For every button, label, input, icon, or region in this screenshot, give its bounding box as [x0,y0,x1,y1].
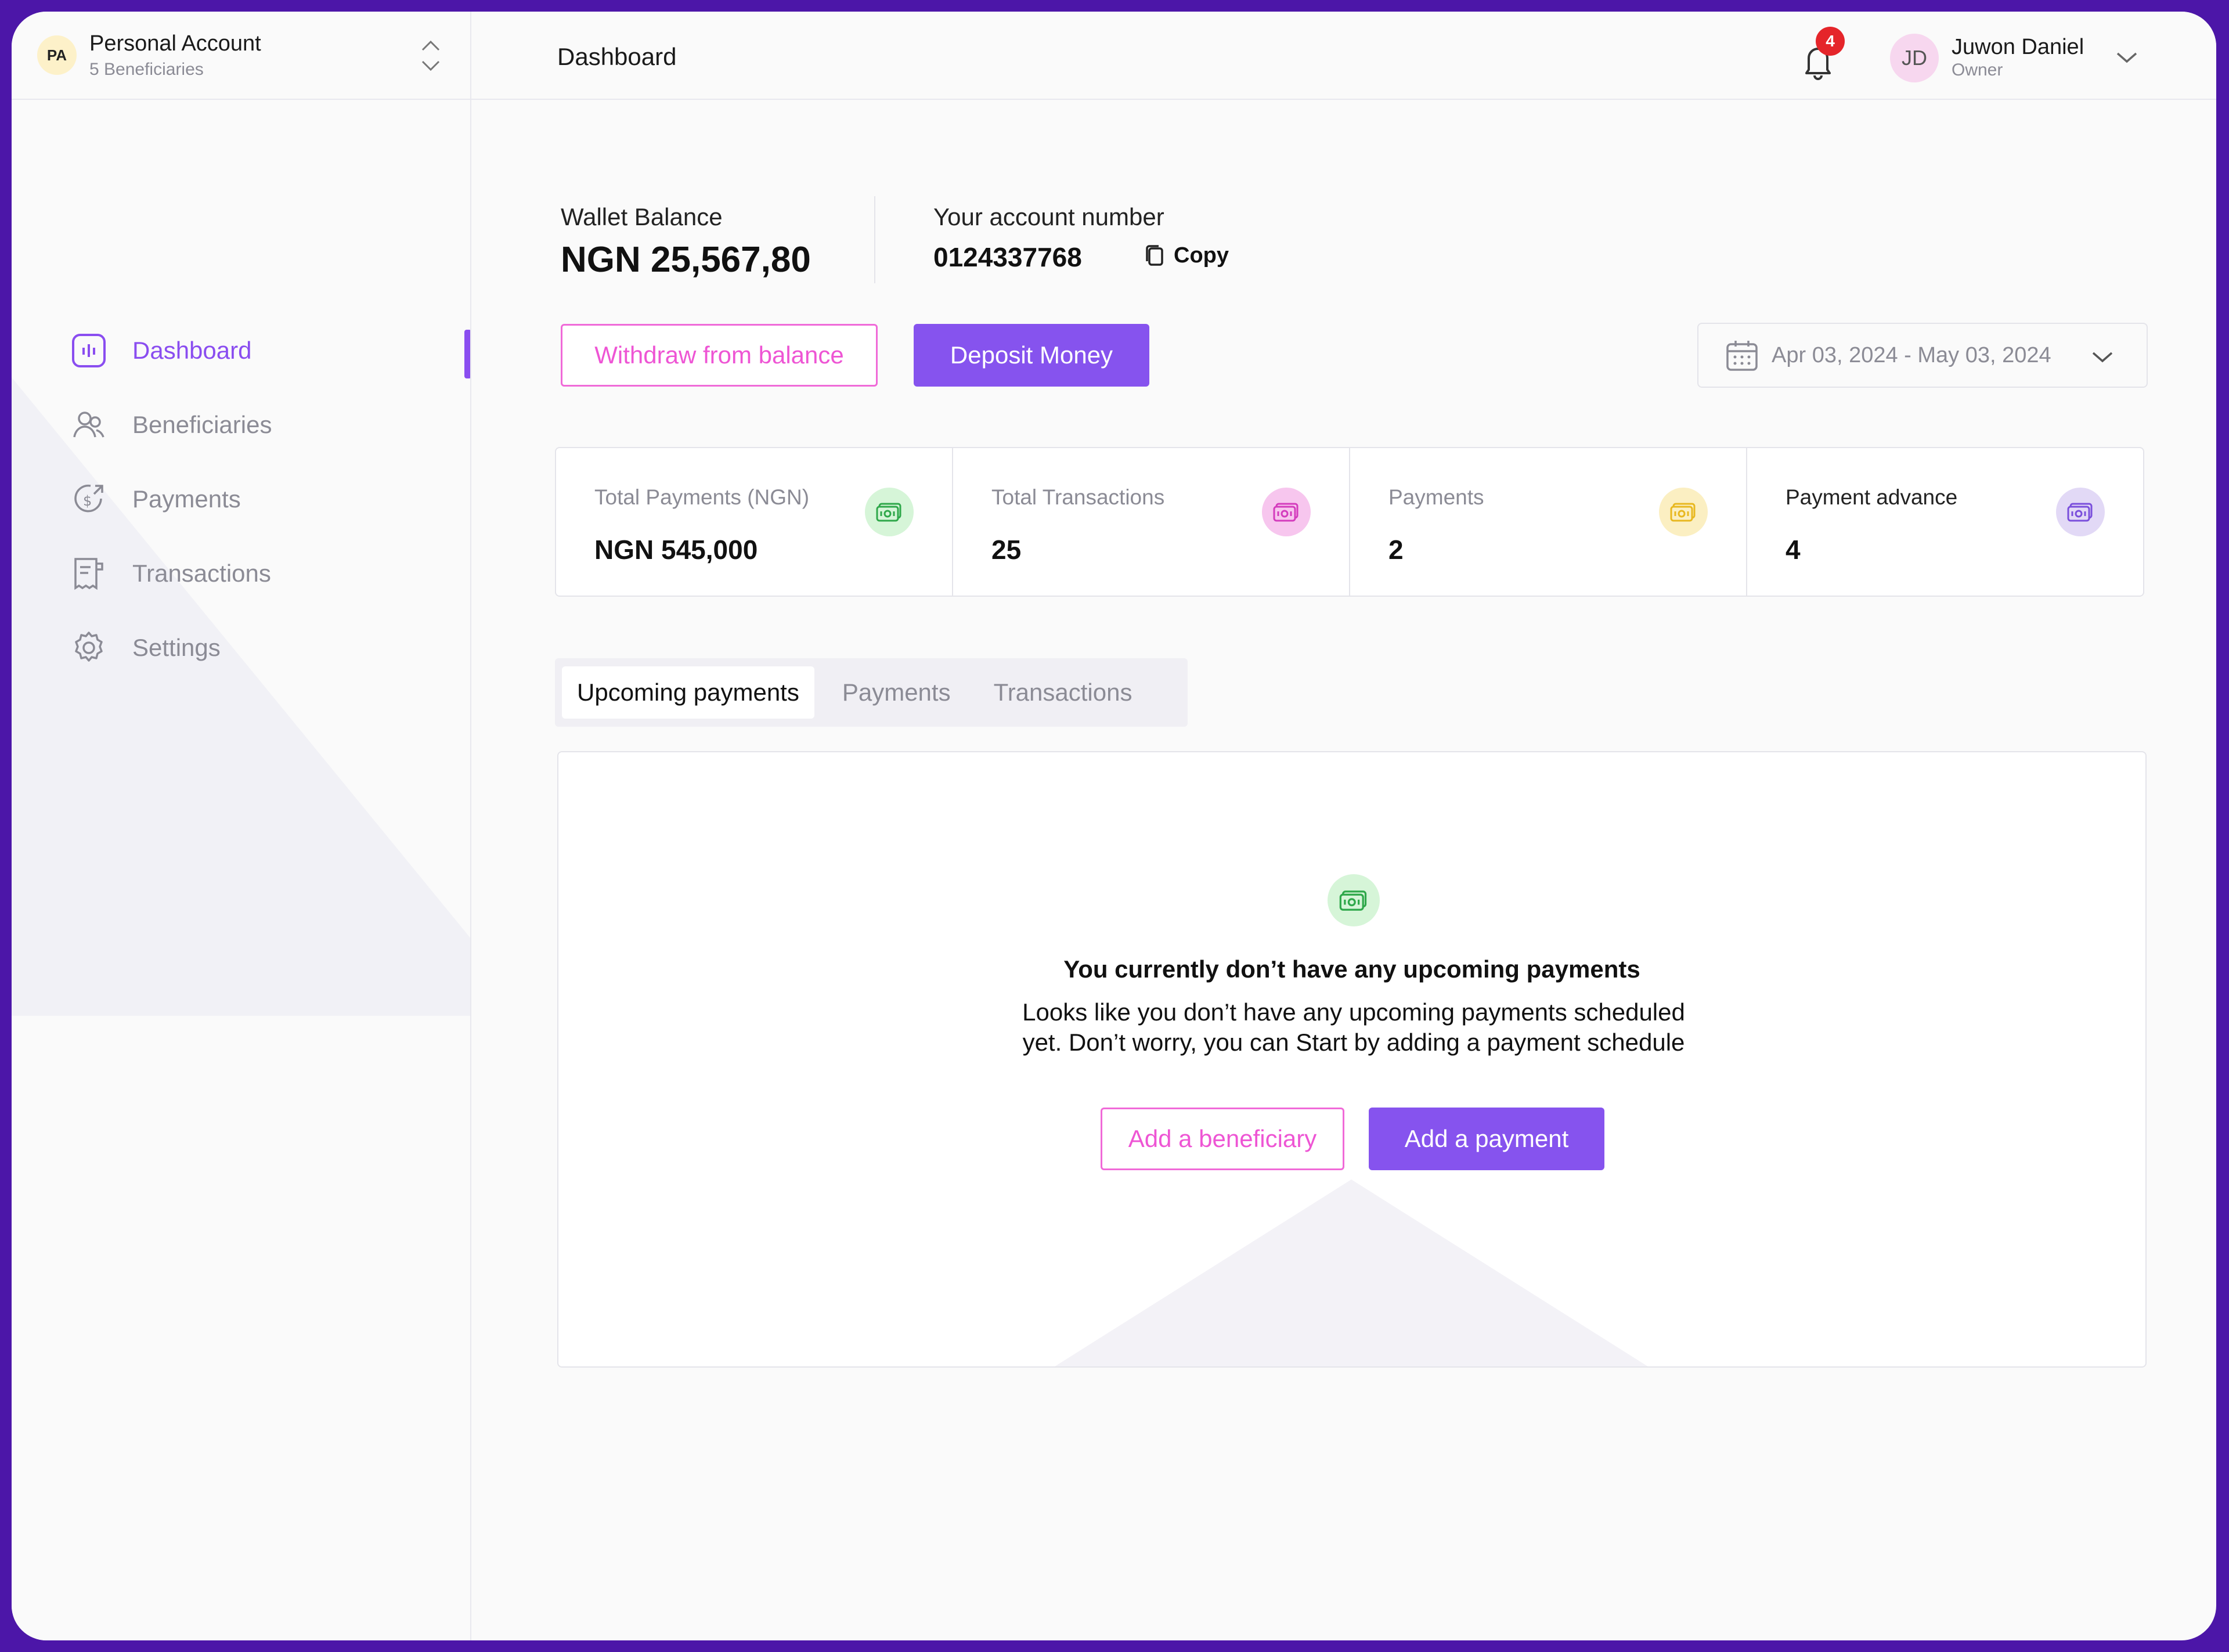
stat-value: 4 [1786,535,1801,565]
gear-icon [71,630,107,666]
stats-cards: Total Payments (NGN) NGN 545,000 Total T… [555,447,2144,597]
stat-value: NGN 545,000 [594,535,758,565]
wallet-balance-label: Wallet Balance [561,203,723,230]
add-beneficiary-button[interactable]: Add a beneficiary [1101,1108,1344,1170]
copy-icon [1146,245,1163,266]
sidebar-item-label: Transactions [132,560,271,587]
sidebar-item-label: Payments [132,485,241,513]
chevron-down-icon [2092,352,2113,363]
stat-label: Total Transactions [991,485,1165,509]
wallet-balance-value: NGN 25,567,80 [561,240,811,280]
stat-card-total-transactions: Total Transactions 25 [953,448,1350,596]
account-avatar: PA [37,35,77,75]
deposit-button[interactable]: Deposit Money [914,324,1149,387]
copy-label: Copy [1174,243,1229,268]
active-indicator [464,330,470,378]
money-icon [2056,488,2105,536]
main-content: Wallet Balance NGN 25,567,80 Your accoun… [471,100,2216,1640]
sidebar-item-label: Dashboard [132,337,252,364]
stat-label: Payment advance [1786,485,1958,509]
dollar-circle-icon: $ [71,481,107,517]
sidebar-item-transactions[interactable]: Transactions [12,536,470,611]
user-avatar[interactable]: JD [1890,34,1939,82]
stat-value: 25 [991,535,1022,565]
chevron-up-down-icon[interactable] [419,36,442,75]
upcoming-payments-panel: You currently don’t have any upcoming pa… [557,751,2147,1368]
dashboard-icon [71,333,107,369]
sidebar-item-beneficiaries[interactable]: Beneficiaries [12,388,470,462]
top-header: Dashboard 4 JD Juwon Daniel Owner [471,12,2216,100]
empty-state-line: yet. Don’t worry, you can Start by addin… [1022,1029,1685,1056]
account-number-value: 0124337768 [933,242,1082,272]
sidebar: PA Personal Account 5 Beneficiaries Dash… [12,12,471,1640]
users-icon [71,407,107,443]
tab-upcoming-payments[interactable]: Upcoming payments [562,666,814,719]
svg-text:$: $ [83,493,92,509]
date-range-picker[interactable]: Apr 03, 2024 - May 03, 2024 [1697,323,2148,388]
panel-decoration [817,1180,1885,1366]
sidebar-item-label: Settings [132,634,221,661]
account-number-label: Your account number [933,203,1164,230]
stat-card-payment-advance: Payment advance 4 [1747,448,2143,596]
receipt-icon [71,556,107,591]
add-payment-button[interactable]: Add a payment [1369,1108,1604,1170]
tab-bar: Upcoming payments Payments Transactions [555,658,1188,727]
withdraw-button[interactable]: Withdraw from balance [561,324,878,387]
app-window: PA Personal Account 5 Beneficiaries Dash… [12,12,2216,1640]
account-switcher[interactable]: PA Personal Account 5 Beneficiaries [12,12,470,100]
page-title: Dashboard [557,43,677,70]
money-icon [1262,488,1311,536]
account-beneficiaries-count: 5 Beneficiaries [89,59,204,79]
sidebar-item-settings[interactable]: Settings [12,611,470,685]
money-icon [1328,874,1380,926]
empty-state-line: Looks like you don’t have any upcoming p… [1022,998,1685,1026]
user-name: Juwon Daniel [1952,35,2084,59]
empty-state-description: Looks like you don’t have any upcoming p… [965,997,1743,1058]
copy-button[interactable]: Copy [1142,243,1229,268]
sidebar-item-label: Beneficiaries [132,411,272,438]
stat-card-payments: Payments 2 [1350,448,1747,596]
sidebar-nav: Dashboard Beneficiaries $ Payments Trans… [12,313,470,685]
stat-label: Payments [1388,485,1484,509]
stat-label: Total Payments (NGN) [594,485,810,509]
notification-badge: 4 [1816,27,1845,56]
sidebar-item-payments[interactable]: $ Payments [12,462,470,536]
calendar-icon [1726,341,1758,371]
stat-value: 2 [1388,535,1404,565]
stat-card-total-payments: Total Payments (NGN) NGN 545,000 [556,448,953,596]
money-icon [1659,488,1708,536]
account-name: Personal Account [89,31,261,56]
tab-payments[interactable]: Payments [827,666,966,719]
divider [874,196,875,283]
tab-transactions[interactable]: Transactions [979,666,1148,719]
sidebar-item-dashboard[interactable]: Dashboard [12,313,470,388]
empty-state-title: You currently don’t have any upcoming pa… [1063,955,1640,983]
chevron-down-icon[interactable] [2114,49,2140,66]
user-role: Owner [1952,60,2003,80]
money-icon [865,488,914,536]
date-range-text: Apr 03, 2024 - May 03, 2024 [1772,342,2051,367]
